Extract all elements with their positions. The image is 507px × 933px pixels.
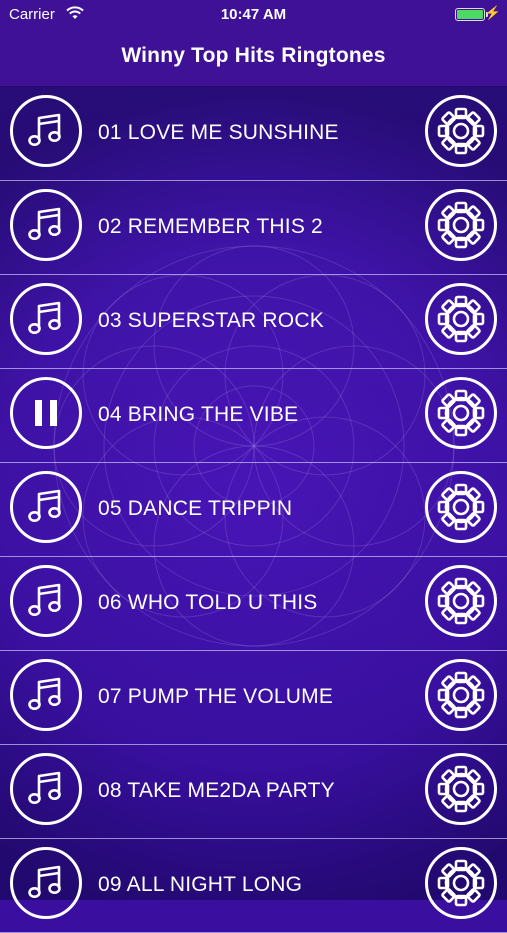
list-item[interactable]: 09 ALL NIGHT LONG xyxy=(0,839,507,933)
play-button[interactable] xyxy=(10,565,82,637)
pause-icon xyxy=(29,396,63,430)
gear-icon xyxy=(435,199,487,251)
charging-icon: ⚡ xyxy=(484,5,501,20)
gear-icon xyxy=(435,575,487,627)
battery-icon xyxy=(455,8,485,21)
list-item[interactable]: 04 BRING THE VIBE xyxy=(0,369,507,463)
track-title: 04 BRING THE VIBE xyxy=(98,403,299,426)
clock: 10:47 AM xyxy=(220,6,287,23)
music-note-icon xyxy=(25,486,67,528)
gear-icon xyxy=(435,763,487,815)
track-title: 02 REMEMBER THIS 2 xyxy=(98,215,323,238)
list-item[interactable]: 06 WHO TOLD U THIS xyxy=(0,557,507,651)
play-button[interactable] xyxy=(10,189,82,261)
track-title: 03 SUPERSTAR ROCK xyxy=(98,309,324,332)
list-item[interactable]: 08 TAKE ME2DA PARTY xyxy=(0,745,507,839)
settings-button[interactable] xyxy=(425,377,497,449)
settings-button[interactable] xyxy=(425,565,497,637)
settings-button[interactable] xyxy=(425,283,497,355)
settings-button[interactable] xyxy=(425,95,497,167)
music-note-icon xyxy=(25,298,67,340)
track-list: 01 LOVE ME SUNSHINE 02 REMEMBER THIS 2 03 … xyxy=(0,87,507,933)
page-title: Winny Top Hits Ringtones xyxy=(121,44,386,67)
music-note-icon xyxy=(25,862,67,904)
play-button[interactable] xyxy=(10,471,82,543)
play-button[interactable] xyxy=(10,753,82,825)
settings-button[interactable] xyxy=(425,189,497,261)
music-note-icon xyxy=(25,768,67,810)
music-note-icon xyxy=(25,110,67,152)
gear-icon xyxy=(435,387,487,439)
gear-icon xyxy=(435,857,487,909)
track-title: 01 LOVE ME SUNSHINE xyxy=(98,121,339,144)
list-item[interactable]: 05 DANCE TRIPPIN xyxy=(0,463,507,557)
list-item[interactable]: 01 LOVE ME SUNSHINE xyxy=(0,87,507,181)
play-button[interactable] xyxy=(10,847,82,919)
gear-icon xyxy=(435,669,487,721)
gear-icon xyxy=(435,293,487,345)
track-title: 09 ALL NIGHT LONG xyxy=(98,873,303,896)
track-title: 05 DANCE TRIPPIN xyxy=(98,497,293,520)
status-bar: Carrier 10:47 AM ⚡ xyxy=(0,0,507,30)
music-note-icon xyxy=(25,580,67,622)
list-item[interactable]: 03 SUPERSTAR ROCK xyxy=(0,275,507,369)
gear-icon xyxy=(435,481,487,533)
list-item[interactable]: 02 REMEMBER THIS 2 xyxy=(0,181,507,275)
list-item[interactable]: 07 PUMP THE VOLUME xyxy=(0,651,507,745)
settings-button[interactable] xyxy=(425,753,497,825)
track-title: 08 TAKE ME2DA PARTY xyxy=(98,779,335,802)
pause-button[interactable] xyxy=(10,377,82,449)
track-title: 07 PUMP THE VOLUME xyxy=(98,685,334,708)
nav-bar: Winny Top Hits Ringtones xyxy=(0,30,507,87)
settings-button[interactable] xyxy=(425,471,497,543)
music-note-icon xyxy=(25,204,67,246)
gear-icon xyxy=(435,105,487,157)
music-note-icon xyxy=(25,674,67,716)
settings-button[interactable] xyxy=(425,847,497,919)
track-title: 06 WHO TOLD U THIS xyxy=(98,591,318,614)
play-button[interactable] xyxy=(10,95,82,167)
play-button[interactable] xyxy=(10,283,82,355)
play-button[interactable] xyxy=(10,659,82,731)
settings-button[interactable] xyxy=(425,659,497,731)
